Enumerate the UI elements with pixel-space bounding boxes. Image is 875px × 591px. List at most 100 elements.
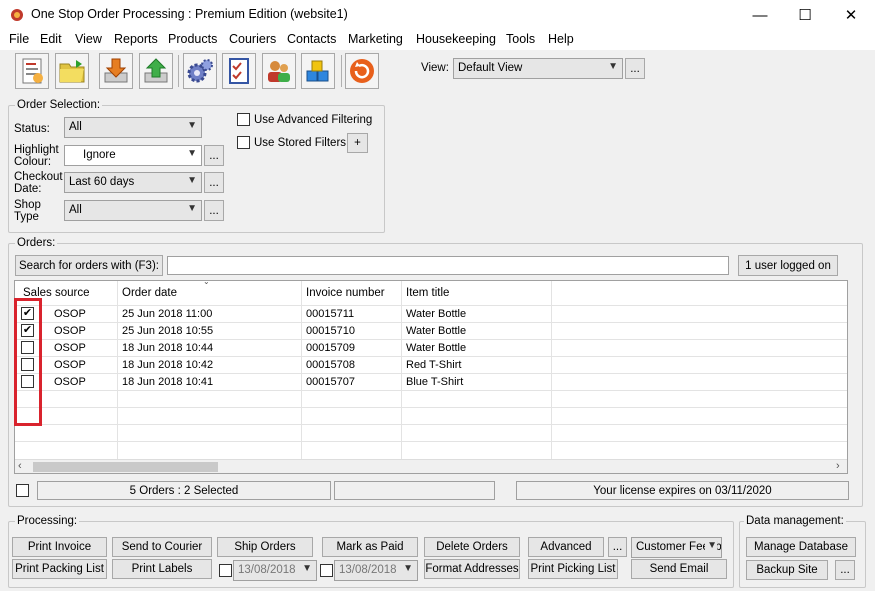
checkout-more-button[interactable]: ...: [204, 172, 224, 193]
refresh-icon[interactable]: [345, 53, 379, 89]
window-title: One Stop Order Processing : Premium Edit…: [31, 7, 348, 21]
menu-reports[interactable]: Reports: [114, 32, 158, 46]
ship-date-checkbox[interactable]: [219, 564, 232, 577]
shop-type-select[interactable]: All ▼: [64, 200, 202, 221]
shop-type-label: Shop Type: [14, 199, 41, 223]
table-row[interactable]: ✔ OSOP 25 Jun 2018 11:00 00015711 Water …: [15, 306, 847, 322]
cell-invoice-number: 00015708: [306, 359, 355, 371]
print-picking-list-button[interactable]: Print Picking List: [528, 559, 618, 579]
row-divider: [15, 390, 847, 391]
cell-order-date: 25 Jun 2018 10:55: [122, 325, 214, 337]
settings-gear-icon[interactable]: [183, 53, 217, 89]
table-row[interactable]: OSOP 18 Jun 2018 10:42 00015708 Red T-Sh…: [15, 357, 847, 373]
column-header-order-date[interactable]: Order date: [122, 287, 177, 299]
chevron-down-icon: ▼: [302, 563, 312, 574]
upload-icon[interactable]: [139, 53, 173, 89]
menu-tools[interactable]: Tools: [506, 32, 535, 46]
manage-database-button[interactable]: Manage Database: [746, 537, 856, 557]
users-logged-on-button[interactable]: 1 user logged on: [738, 255, 838, 276]
search-orders-button[interactable]: Search for orders with (F3):: [15, 255, 163, 276]
format-addresses-button[interactable]: Format Addresses: [424, 559, 520, 579]
highlight-colour-value: Ignore: [83, 149, 116, 161]
cell-invoice-number: 00015711: [306, 308, 355, 320]
print-labels-button[interactable]: Print Labels: [112, 559, 212, 579]
status-panel-empty: [334, 481, 495, 500]
order-selection-title: Order Selection:: [15, 99, 103, 111]
search-input[interactable]: [167, 256, 729, 275]
paid-date-picker[interactable]: 13/08/2018 ▼: [334, 560, 418, 581]
menu-contacts[interactable]: Contacts: [287, 32, 336, 46]
print-invoice-button[interactable]: Print Invoice: [12, 537, 107, 557]
scrollbar-thumb[interactable]: [33, 462, 218, 472]
view-select[interactable]: Default View ▼: [453, 58, 623, 79]
toolbar-separator: [341, 55, 342, 87]
download-icon[interactable]: [99, 53, 133, 89]
add-filter-button[interactable]: +: [347, 133, 368, 153]
print-packing-list-button[interactable]: Print Packing List: [12, 559, 107, 579]
column-header-invoice-number[interactable]: Invoice number: [306, 287, 385, 299]
menu-edit[interactable]: Edit: [40, 32, 62, 46]
checkout-date-select[interactable]: Last 60 days ▼: [64, 172, 202, 193]
advanced-filtering-checkbox[interactable]: [237, 113, 250, 126]
table-row[interactable]: OSOP 18 Jun 2018 10:41 00015707 Blue T-S…: [15, 374, 847, 390]
checklist-icon[interactable]: [222, 53, 256, 89]
menu-couriers[interactable]: Couriers: [229, 32, 276, 46]
table-row[interactable]: ✔ OSOP 25 Jun 2018 10:55 00015710 Water …: [15, 323, 847, 339]
delete-orders-button[interactable]: Delete Orders: [424, 537, 520, 557]
scroll-right-icon[interactable]: ›: [836, 460, 840, 472]
shop-type-more-button[interactable]: ...: [204, 200, 224, 221]
advanced-more-button[interactable]: ...: [608, 537, 627, 557]
column-header-item-title[interactable]: Item title: [406, 287, 449, 299]
menu-marketing[interactable]: Marketing: [348, 32, 403, 46]
ship-date-picker[interactable]: 13/08/2018 ▼: [233, 560, 317, 581]
contacts-icon[interactable]: [262, 53, 296, 89]
minimize-button[interactable]: —: [737, 0, 783, 30]
products-icon[interactable]: [301, 53, 335, 89]
cell-sales-source: OSOP: [54, 376, 86, 388]
close-button[interactable]: ✕: [828, 0, 874, 30]
menu-products[interactable]: Products: [168, 32, 217, 46]
maximize-button[interactable]: ☐: [782, 0, 828, 30]
cell-invoice-number: 00015709: [306, 342, 355, 354]
send-to-courier-button[interactable]: Send to Courier: [112, 537, 212, 557]
cell-item-title: Water Bottle: [406, 308, 467, 320]
horizontal-scrollbar[interactable]: ‹ ›: [15, 459, 847, 473]
highlight-more-button[interactable]: ...: [204, 145, 224, 166]
backup-site-button[interactable]: Backup Site: [746, 560, 828, 580]
toolbar-separator: [178, 55, 179, 87]
table-row[interactable]: OSOP 18 Jun 2018 10:44 00015709 Water Bo…: [15, 340, 847, 356]
send-email-button[interactable]: Send Email: [631, 559, 727, 579]
mark-as-paid-button[interactable]: Mark as Paid: [322, 537, 418, 557]
cell-item-title: Red T-Shirt: [406, 359, 462, 371]
status-select-value: All: [69, 121, 82, 133]
ship-orders-button[interactable]: Ship Orders: [217, 537, 313, 557]
orders-summary: 5 Orders : 2 Selected: [37, 481, 331, 500]
view-label: View:: [421, 62, 449, 74]
cell-order-date: 18 Jun 2018 10:44: [122, 342, 214, 354]
chevron-down-icon: ▼: [608, 61, 618, 72]
customer-feedback-select[interactable]: Customer Feedback ▼: [631, 537, 722, 558]
checkout-date-label: Checkout Date:: [14, 171, 63, 195]
advanced-button[interactable]: Advanced: [528, 537, 604, 557]
cell-item-title: Water Bottle: [406, 325, 467, 337]
cell-sales-source: OSOP: [54, 359, 86, 371]
paid-date-checkbox[interactable]: [320, 564, 333, 577]
open-folder-icon[interactable]: [55, 53, 89, 89]
new-order-icon[interactable]: [15, 53, 49, 89]
chevron-down-icon: ▼: [403, 563, 413, 574]
menu-file[interactable]: File: [9, 32, 29, 46]
view-more-button[interactable]: ...: [625, 58, 645, 79]
chevron-down-icon: ▼: [187, 120, 197, 131]
highlight-colour-select[interactable]: Ignore ▼: [64, 145, 202, 166]
cell-sales-source: OSOP: [54, 325, 86, 337]
status-select[interactable]: All ▼: [64, 117, 202, 138]
menu-housekeeping[interactable]: Housekeeping: [416, 32, 496, 46]
menu-help[interactable]: Help: [548, 32, 574, 46]
backup-more-button[interactable]: ...: [835, 560, 855, 580]
stored-filters-checkbox[interactable]: [237, 136, 250, 149]
cell-sales-source: OSOP: [54, 308, 86, 320]
cell-invoice-number: 00015707: [306, 376, 355, 388]
scroll-left-icon[interactable]: ‹: [18, 460, 22, 472]
menu-view[interactable]: View: [75, 32, 102, 46]
select-all-checkbox[interactable]: [16, 484, 29, 497]
